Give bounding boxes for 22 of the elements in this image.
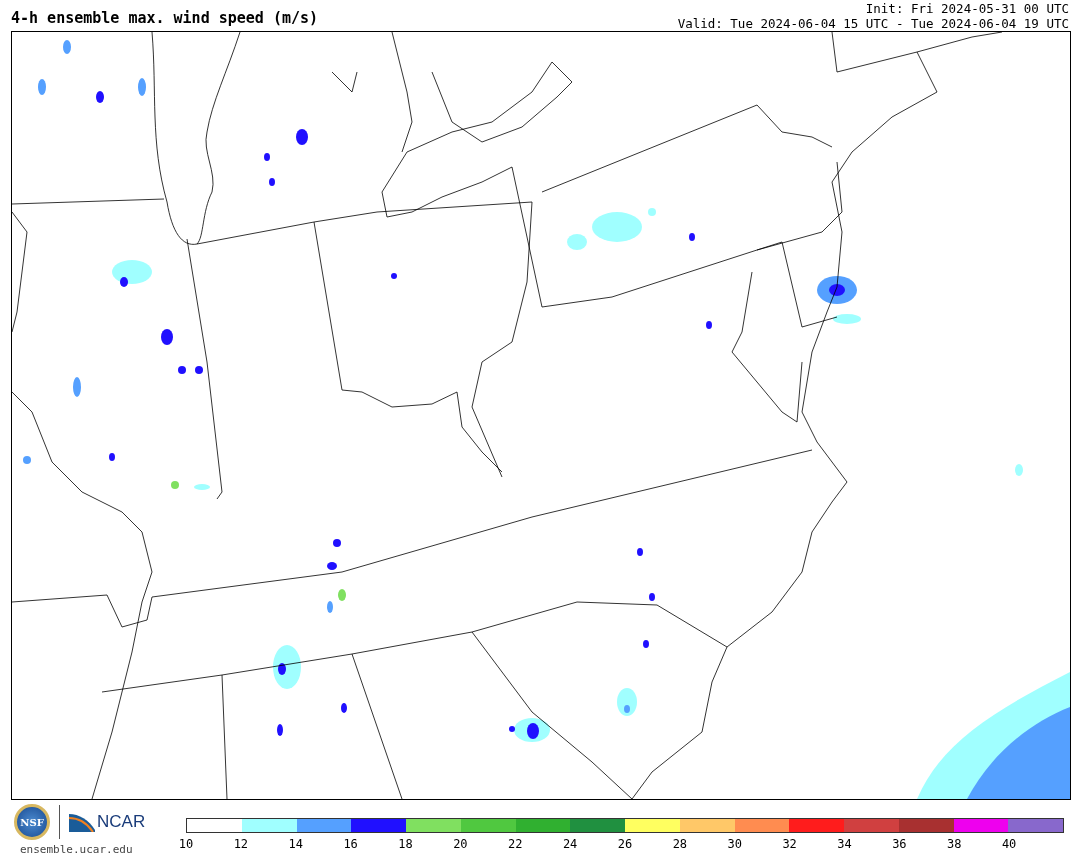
tick-label: 10 [178, 837, 194, 851]
tick-label: 40 [1001, 837, 1017, 851]
init-time: Init: Fri 2024-05-31 00 UTC [865, 1, 1069, 16]
tick-label: 38 [947, 837, 962, 851]
tick-label: 32 [782, 837, 797, 851]
tick-label: 26 [617, 837, 633, 851]
chart-title: 4-h ensemble max. wind speed (m/s) [11, 9, 319, 29]
tick-label: 16 [343, 837, 358, 851]
tick-label: 12 [233, 837, 249, 851]
tick-label: 20 [453, 837, 468, 851]
tick-label: 22 [508, 837, 523, 851]
valid-time: Valid: Tue 2024-06-04 15 UTC - Tue 2024-06-04 19 UTC [677, 16, 1069, 31]
tick-label: 18 [398, 837, 413, 851]
ncar-logo: NCAR [97, 812, 146, 832]
tick-label: 36 [892, 837, 907, 851]
nsf-logo: NSF [14, 804, 50, 840]
tick-label: 14 [288, 837, 303, 851]
tick-label: 28 [672, 837, 688, 851]
tick-label: 34 [837, 837, 852, 851]
tick-label: 30 [727, 837, 742, 851]
tick-label: 24 [562, 837, 578, 851]
ncar-arc-icon [69, 812, 95, 832]
